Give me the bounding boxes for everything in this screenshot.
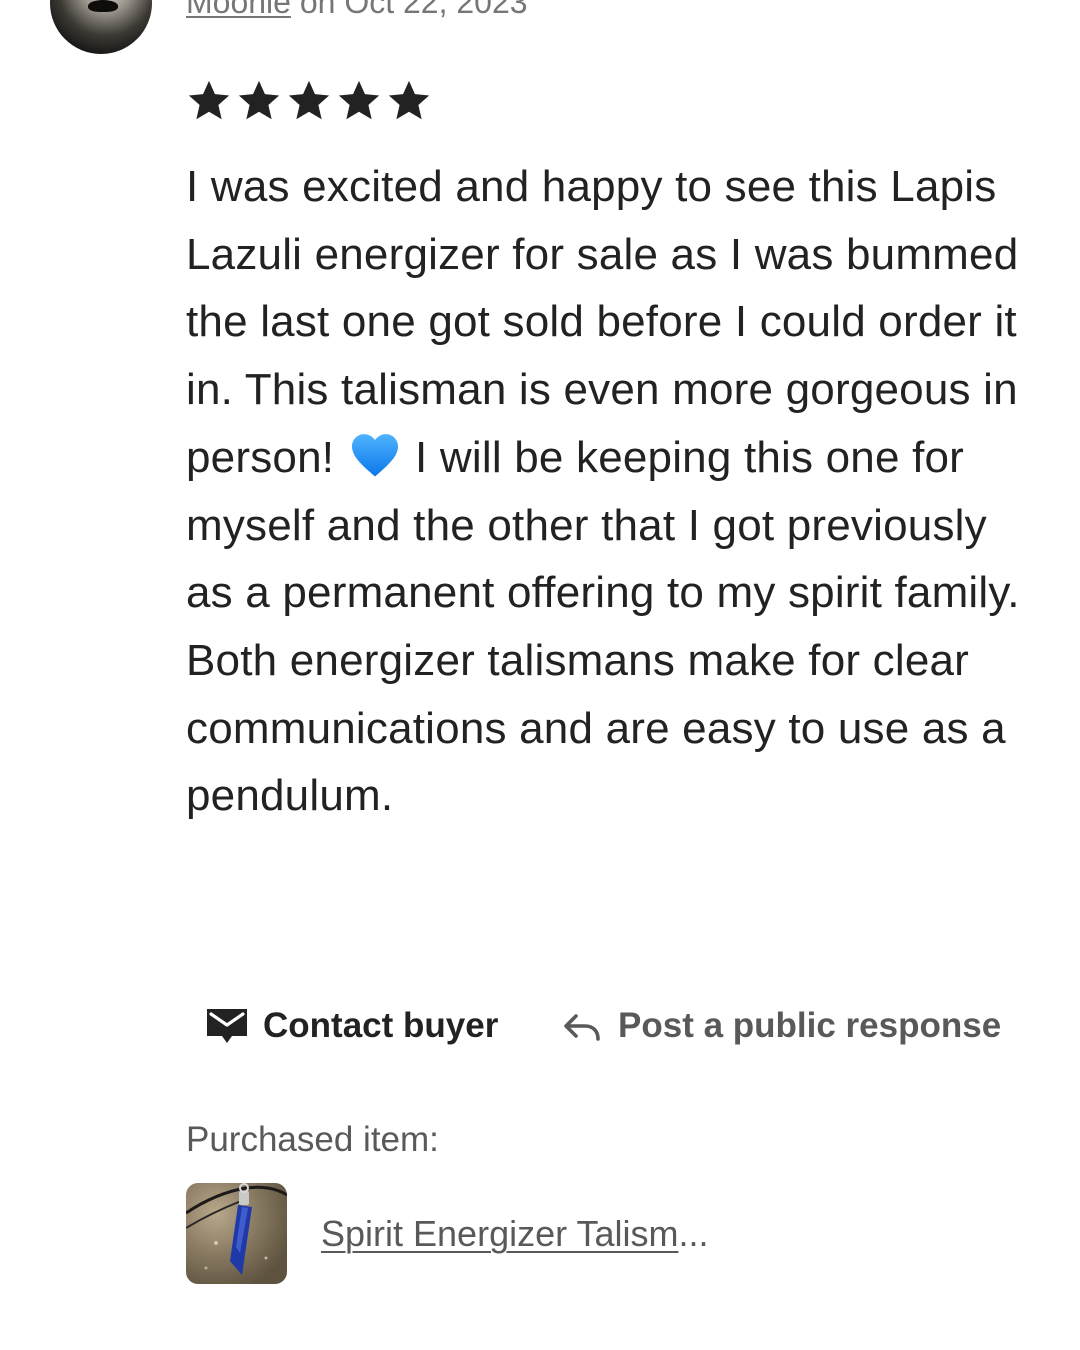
talisman-pendant-image bbox=[186, 1183, 287, 1275]
envelope-icon bbox=[207, 1009, 247, 1043]
star-icon bbox=[288, 80, 330, 120]
star-icon bbox=[188, 80, 230, 120]
purchased-item-label: Purchased item: bbox=[186, 1120, 439, 1159]
review-actions: Contact buyer Post a public response bbox=[0, 1006, 1080, 1058]
star-icon bbox=[338, 80, 380, 120]
star-icon bbox=[238, 80, 280, 120]
purchased-item-thumbnail[interactable] bbox=[186, 1183, 287, 1284]
blue-heart-icon bbox=[351, 433, 398, 477]
reply-arrow-icon bbox=[564, 1014, 600, 1041]
star-icon bbox=[388, 80, 430, 120]
contact-buyer-label: Contact buyer bbox=[263, 1006, 499, 1045]
purchased-item-ellipsis: ... bbox=[678, 1213, 709, 1254]
contact-buyer-button[interactable]: Contact buyer bbox=[205, 1006, 498, 1046]
purchased-item-title: Spirit Energizer Talism bbox=[321, 1213, 679, 1254]
post-public-response-label: Post a public response bbox=[618, 1006, 1002, 1045]
reviewer-avatar[interactable] bbox=[50, 0, 152, 54]
purchased-item-link[interactable]: Spirit Energizer Talism... bbox=[321, 1211, 708, 1257]
post-public-response-button[interactable]: Post a public response bbox=[562, 1006, 1001, 1046]
reviewer-name-link[interactable]: Moonie bbox=[186, 0, 291, 20]
review-date: on Oct 22, 2023 bbox=[299, 0, 528, 20]
review-text-part-2: I will be keeping this one for myself an… bbox=[186, 432, 1020, 821]
star-rating bbox=[186, 78, 432, 124]
review-text: I was excited and happy to see this Lapi… bbox=[186, 153, 1036, 830]
review-byline: Moonie on Oct 22, 2023 bbox=[186, 0, 528, 22]
